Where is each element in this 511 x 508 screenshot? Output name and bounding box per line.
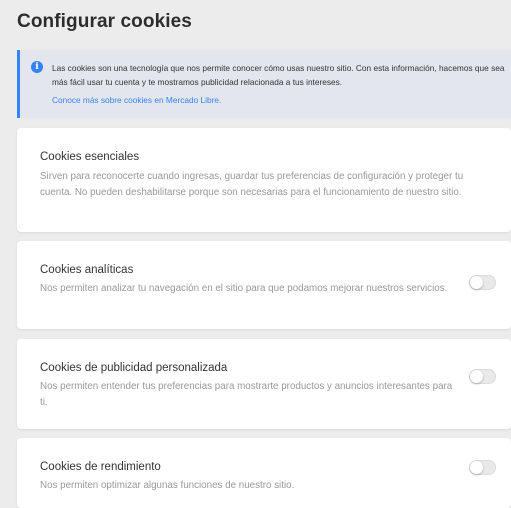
cookie-title-analytics: Cookies analíticas [40,264,134,276]
info-text: Las cookies son una tecnología que nos p… [52,63,505,87]
cookie-card-performance: Cookies de rendimiento Nos permiten opti… [17,438,511,508]
cookie-card-analytics: Cookies analíticas Nos permiten analizar… [17,241,511,329]
toggle-knob [470,276,483,289]
cookie-title-essential: Cookies esenciales [40,151,140,163]
cookie-desc-advertising: Nos permiten entender tus preferencias p… [40,381,453,408]
toggle-knob [470,370,483,383]
info-icon: i [31,61,43,73]
info-banner: i Las cookies son una tecnología que nos… [17,50,511,118]
cookie-desc-performance: Nos permiten optimizar algunas funciones… [40,480,295,491]
page-title: Configurar cookies [17,11,192,32]
cookie-card-essential: Cookies esenciales Sirven para reconocer… [17,128,511,232]
cookie-desc-analytics: Nos permiten analizar tu navegación en e… [40,283,448,294]
cookie-desc-essential: Sirven para reconocerte cuando ingresas,… [40,171,464,198]
cookie-title-performance: Cookies de rendimiento [40,461,161,473]
cookie-title-advertising: Cookies de publicidad personalizada [40,362,228,374]
toggle-knob [470,461,483,474]
toggle-advertising[interactable] [469,369,496,384]
toggle-performance[interactable] [469,460,496,475]
cookies-info-link[interactable]: Conoce más sobre cookies en Mercado Libr… [52,95,221,105]
toggle-analytics[interactable] [469,275,496,290]
cookie-card-advertising: Cookies de publicidad personalizada Nos … [17,339,511,429]
